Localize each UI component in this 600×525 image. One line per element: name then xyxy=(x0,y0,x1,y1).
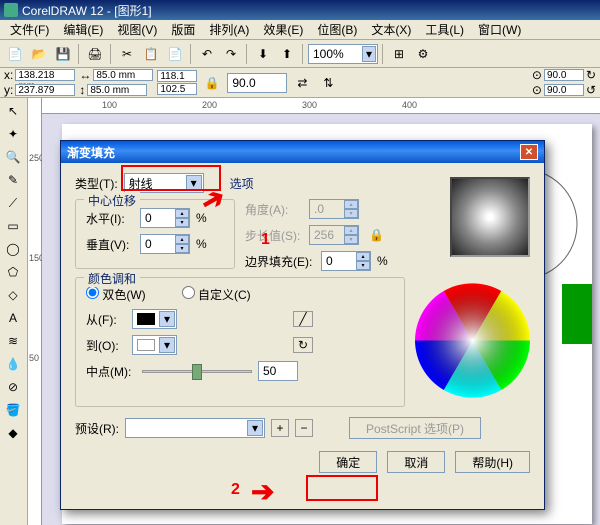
custom-radio[interactable]: 自定义(C) xyxy=(182,286,251,303)
fill-tool[interactable]: 🪣 xyxy=(2,399,24,421)
menu-view[interactable]: 视图(V) xyxy=(111,19,163,40)
annotation-2: 2 xyxy=(231,481,240,499)
y-input[interactable]: 237.879 mm xyxy=(15,84,75,96)
cut-button[interactable]: ✂ xyxy=(116,43,138,65)
postscript-button: PostScript 选项(P) xyxy=(349,417,481,439)
app-title: CorelDRAW 12 - [图形1] xyxy=(22,2,152,19)
snap-button[interactable]: ⊞ xyxy=(388,43,410,65)
export-button[interactable]: ⬆ xyxy=(276,43,298,65)
menu-tools[interactable]: 工具(L) xyxy=(419,19,470,40)
angle-spin: .0▴▾ xyxy=(309,199,359,219)
color-blend-group: 颜色调和 双色(W) 自定义(C) 从(F): ▾ ╱ 到(O): ▾ ↻ xyxy=(75,277,405,407)
freehand-tool[interactable]: ✎ xyxy=(2,169,24,191)
lock-icon[interactable]: 🔒 xyxy=(201,72,223,94)
menu-arrange[interactable]: 排列(A) xyxy=(203,19,255,40)
options-label: 选项 xyxy=(230,175,254,192)
x-input[interactable]: 138.218 mm xyxy=(15,69,75,81)
copy-button[interactable]: 📋 xyxy=(140,43,162,65)
color-wheel[interactable] xyxy=(415,283,530,398)
ruler-vertical: 250 150 50 xyxy=(28,98,42,525)
menu-effects[interactable]: 效果(E) xyxy=(257,19,309,40)
rect-tool[interactable]: ▭ xyxy=(2,215,24,237)
menu-bitmap[interactable]: 位图(B) xyxy=(311,19,363,40)
app-titlebar: CorelDRAW 12 - [图形1] xyxy=(0,0,600,20)
path-direct-icon[interactable]: ╱ xyxy=(293,311,313,327)
app-icon xyxy=(4,3,18,17)
green-shape[interactable] xyxy=(562,284,592,344)
cancel-button[interactable]: 取消 xyxy=(387,451,445,473)
to-color[interactable]: ▾ xyxy=(132,335,177,355)
preset-remove-icon[interactable]: − xyxy=(295,419,313,437)
options-button[interactable]: ⚙ xyxy=(412,43,434,65)
preset-add-icon[interactable]: + xyxy=(271,419,289,437)
close-icon[interactable]: ✕ xyxy=(520,144,538,160)
open-button[interactable]: 📂 xyxy=(28,43,50,65)
shape-tool[interactable]: ✦ xyxy=(2,123,24,145)
polygon-tool[interactable]: ⬠ xyxy=(2,261,24,283)
midpoint-slider[interactable] xyxy=(142,362,252,380)
save-button[interactable]: 💾 xyxy=(52,43,74,65)
size-coords: ↔85.0 mm ↕85.0 mm xyxy=(79,68,153,97)
toolbox: ↖ ✦ 🔍 ✎ ⟋ ▭ ◯ ⬠ ◇ A ≋ 💧 ⊘ 🪣 ◆ xyxy=(0,98,28,525)
p2-input[interactable]: 102.5 xyxy=(157,83,197,95)
preset-combo[interactable]: ▾ xyxy=(125,418,265,438)
smart-tool[interactable]: ⟋ xyxy=(2,192,24,214)
zoom-tool[interactable]: 🔍 xyxy=(2,146,24,168)
dialog-title: 渐变填充 xyxy=(67,144,115,161)
zoom-combo[interactable]: 100%▾ xyxy=(308,44,378,64)
undo-button[interactable]: ↶ xyxy=(196,43,218,65)
corner-coords: ⊙90.0↻ ⊙90.0↺ xyxy=(532,68,596,97)
import-button[interactable]: ⬇ xyxy=(252,43,274,65)
gradient-preview xyxy=(450,177,530,257)
rotate-input[interactable]: 90.0 xyxy=(227,73,287,93)
path-cw-icon[interactable]: ↻ xyxy=(293,337,313,353)
horiz-spin[interactable]: 0▴▾ xyxy=(140,208,190,228)
interactive-fill-tool[interactable]: ◆ xyxy=(2,422,24,444)
steps-spin: 256▴▾ xyxy=(309,225,359,245)
type-label: 类型(T): xyxy=(75,175,118,192)
dialog-titlebar[interactable]: 渐变填充 ✕ xyxy=(61,141,544,163)
print-button[interactable]: 🖨 xyxy=(84,43,106,65)
p1-input[interactable]: 118.1 xyxy=(157,70,197,82)
scale-coords: 118.1 102.5 xyxy=(157,70,197,95)
ok-button[interactable]: 确定 xyxy=(319,451,377,473)
annotation-box-ok xyxy=(306,475,378,501)
from-color[interactable]: ▾ xyxy=(132,309,177,329)
text-tool[interactable]: A xyxy=(2,307,24,329)
ruler-horizontal: 100 200 300 400 xyxy=(42,98,600,114)
property-bar: x:138.218 mm y:237.879 mm ↔85.0 mm ↕85.0… xyxy=(0,68,600,98)
menubar: 文件(F) 编辑(E) 视图(V) 版面 排列(A) 效果(E) 位图(B) 文… xyxy=(0,20,600,40)
new-button[interactable]: 📄 xyxy=(4,43,26,65)
redo-button[interactable]: ↷ xyxy=(220,43,242,65)
blend-tool[interactable]: ≋ xyxy=(2,330,24,352)
ellipse-tool[interactable]: ◯ xyxy=(2,238,24,260)
menu-file[interactable]: 文件(F) xyxy=(4,19,55,40)
lock-icon[interactable]: 🔒 xyxy=(369,228,384,242)
menu-edit[interactable]: 编辑(E) xyxy=(57,19,109,40)
midpoint-spin[interactable]: 50 xyxy=(258,361,298,381)
w-input[interactable]: 85.0 mm xyxy=(93,69,153,81)
menu-window[interactable]: 窗口(W) xyxy=(472,19,527,40)
basic-shapes-tool[interactable]: ◇ xyxy=(2,284,24,306)
position-coords: x:138.218 mm y:237.879 mm xyxy=(4,68,75,97)
eyedropper-tool[interactable]: 💧 xyxy=(2,353,24,375)
edge-spin[interactable]: 0▴▾ xyxy=(321,251,371,271)
help-button[interactable]: 帮助(H) xyxy=(455,451,530,473)
gradient-fill-dialog: 渐变填充 ✕ 类型(T): 射线 ▾ 选项 中心位移 水平(I): 0▴▾ % … xyxy=(60,140,545,510)
menu-layout[interactable]: 版面 xyxy=(165,19,201,40)
pick-tool[interactable]: ↖ xyxy=(2,100,24,122)
paste-button[interactable]: 📄 xyxy=(164,43,186,65)
vert-spin[interactable]: 0▴▾ xyxy=(140,234,190,254)
outline-tool[interactable]: ⊘ xyxy=(2,376,24,398)
two-color-radio[interactable]: 双色(W) xyxy=(86,286,146,303)
annotation-1: 1 xyxy=(261,231,270,249)
annotation-arrow-2: ➔ xyxy=(251,475,274,508)
h-input[interactable]: 85.0 mm xyxy=(87,84,147,96)
menu-text[interactable]: 文本(X) xyxy=(365,19,417,40)
mirror-v-icon[interactable]: ⇅ xyxy=(317,72,339,94)
mirror-h-icon[interactable]: ⇄ xyxy=(291,72,313,94)
standard-toolbar: 📄 📂 💾 🖨 ✂ 📋 📄 ↶ ↷ ⬇ ⬆ 100%▾ ⊞ ⚙ xyxy=(0,40,600,68)
